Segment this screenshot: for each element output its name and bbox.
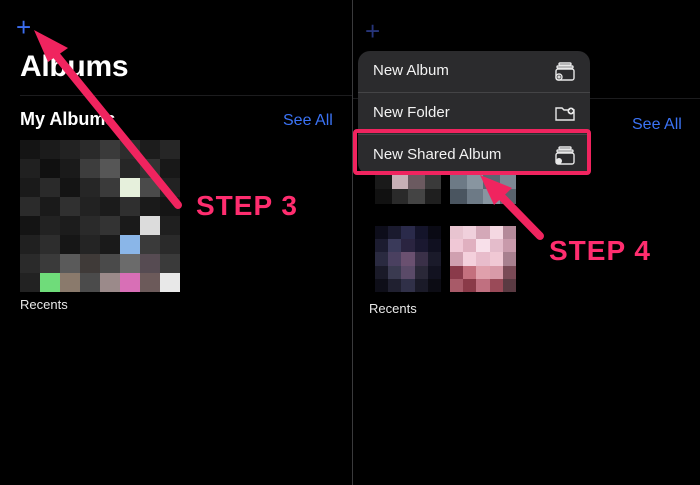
step4-arrow	[480, 175, 544, 240]
annotation-arrows	[34, 30, 544, 240]
step3-arrow	[34, 30, 182, 209]
